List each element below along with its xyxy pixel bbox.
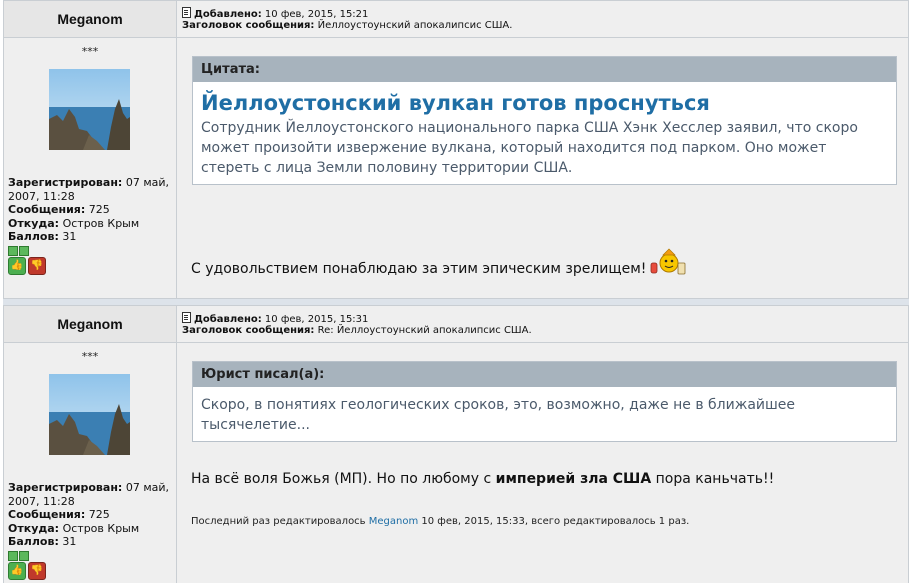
registered-label: Зарегистрирован: xyxy=(8,481,123,494)
messages-label: Сообщения: xyxy=(8,203,86,216)
subject-value: Re: Йеллоустоунский апокалипсис США. xyxy=(317,325,532,336)
points-value: 31 xyxy=(62,535,77,548)
forum-post: Meganom *** Зарегистрирован: 07 май, 200… xyxy=(3,305,909,583)
thumbs-down-icon[interactable]: 👎 xyxy=(28,562,46,580)
edit-notice-suffix: 10 фев, 2015, 15:33, всего редактировало… xyxy=(418,516,690,527)
location-label: Откуда: xyxy=(8,216,60,230)
user-rank: *** xyxy=(81,45,99,58)
quote-block: Цитата: Йеллоустонский вулкан готов прос… xyxy=(192,56,897,185)
vote-buttons: 👍 👎 xyxy=(8,253,48,275)
post-author-name[interactable]: Meganom xyxy=(57,316,122,332)
location-value: Остров Крым xyxy=(62,216,140,230)
smiley-icon xyxy=(649,247,687,281)
post-message: С удовольствием понаблюдаю за этим эпиче… xyxy=(191,247,687,281)
post-message-text: На всё воля Божья (МП). Но по любому с xyxy=(191,471,496,487)
post-message-text-end: пора каньчать!! xyxy=(651,471,775,487)
subject-label: Заголовок сообщения: xyxy=(182,20,315,31)
quote-header: Юрист писал(а): xyxy=(193,362,896,387)
user-profile-panel: *** Зарегистрирован: 07 май, 2007, 11:28… xyxy=(4,38,177,298)
post-header: Добавлено: 10 фев, 2015, 15:21 Заголовок… xyxy=(177,1,908,38)
thumbs-up-icon[interactable]: 👍 xyxy=(8,562,26,580)
registered-label: Зарегистрирован: xyxy=(8,176,123,189)
added-value: 10 фев, 2015, 15:21 xyxy=(264,9,369,20)
added-value: 10 фев, 2015, 15:31 xyxy=(264,314,369,325)
vote-buttons: 👍 👎 xyxy=(8,558,48,580)
post-author-header: Meganom xyxy=(4,1,177,38)
forum-post: Meganom *** Зарегистрирован: 07 май, 200… xyxy=(3,0,909,299)
avatar xyxy=(49,69,130,150)
added-label: Добавлено: xyxy=(194,9,262,20)
quote-block: Юрист писал(а): Скоро, в понятиях геолог… xyxy=(192,361,897,442)
edit-notice: Последний раз редактировалось Meganom 10… xyxy=(191,516,689,527)
messages-label: Сообщения: xyxy=(8,508,86,521)
user-details: Зарегистрирован: 07 май, 2007, 11:28 Соо… xyxy=(8,481,174,549)
edit-notice-prefix: Последний раз редактировалось xyxy=(191,516,369,527)
quote-body: Сотрудник Йеллоустонского национального … xyxy=(201,120,858,176)
thumbs-down-icon[interactable]: 👎 xyxy=(28,257,46,275)
subject-label: Заголовок сообщения: xyxy=(182,325,315,336)
post-author-name[interactable]: Meganom xyxy=(57,11,122,27)
messages-value: 725 xyxy=(88,203,110,216)
thumbs-up-icon[interactable]: 👍 xyxy=(8,257,26,275)
subject-value: Йеллоустоунский апокалипсис США. xyxy=(317,20,513,31)
avatar xyxy=(49,374,130,455)
user-profile-panel: *** Зарегистрирован: 07 май, 2007, 11:28… xyxy=(4,343,177,583)
points-value: 31 xyxy=(62,230,77,243)
post-header: Добавлено: 10 фев, 2015, 15:31 Заголовок… xyxy=(177,306,908,343)
quote-body: Скоро, в понятиях геологических сроков, … xyxy=(201,397,796,433)
user-rank: *** xyxy=(81,350,99,363)
location-value: Остров Крым xyxy=(62,521,140,535)
post-message-text: С удовольствием понаблюдаю за этим эпиче… xyxy=(191,261,647,277)
quote-header: Цитата: xyxy=(193,57,896,82)
post-author-header: Meganom xyxy=(4,306,177,343)
post-icon[interactable] xyxy=(182,312,191,323)
location-label: Откуда: xyxy=(8,521,60,535)
post-message: На всё воля Божья (МП). Но по любому с и… xyxy=(191,471,774,487)
messages-value: 725 xyxy=(88,508,110,521)
added-label: Добавлено: xyxy=(194,314,262,325)
post-message-bold: империей зла США xyxy=(495,471,652,487)
user-details: Зарегистрирован: 07 май, 2007, 11:28 Соо… xyxy=(8,176,174,244)
editor-link[interactable]: Meganom xyxy=(369,516,418,527)
post-icon[interactable] xyxy=(182,7,191,18)
quote-title: Йеллоустонский вулкан готов проснуться xyxy=(201,91,710,115)
